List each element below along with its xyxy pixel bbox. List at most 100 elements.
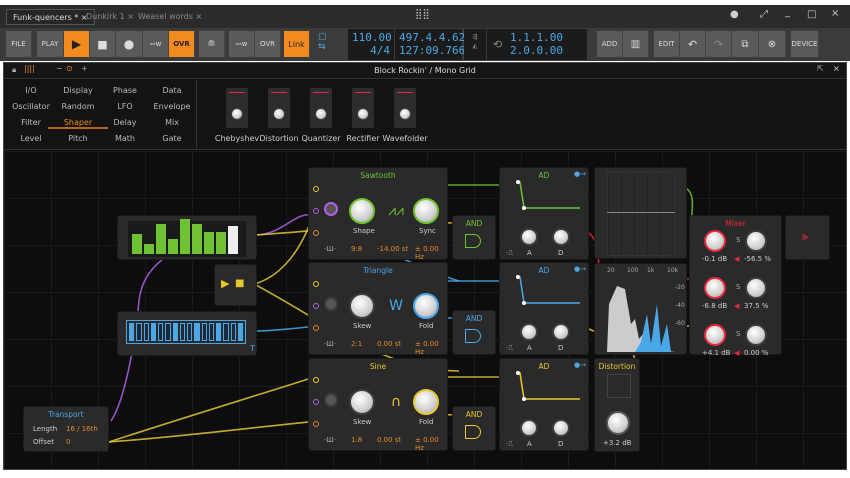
- pm-knob[interactable]: [324, 297, 338, 311]
- help-button[interactable]: ⊗: [759, 31, 786, 57]
- step-bar[interactable]: [156, 224, 166, 254]
- hz-value[interactable]: ± 0.00 Hz: [415, 245, 447, 261]
- decay-knob[interactable]: [552, 323, 570, 341]
- attack-knob[interactable]: [520, 228, 538, 246]
- add-button[interactable]: ADD: [597, 31, 623, 57]
- link-button[interactable]: Link: [284, 31, 310, 57]
- zoom-fit-icon[interactable]: ⊙: [66, 64, 73, 73]
- pan-knob[interactable]: [745, 324, 767, 346]
- close-icon[interactable]: ×: [196, 12, 203, 21]
- step-bar[interactable]: [144, 244, 154, 254]
- grid-canvas[interactable]: ▶ ■ T Transport Length 16 / 16th Offset …: [4, 151, 846, 469]
- speaker-icon[interactable]: ◀: [734, 349, 739, 357]
- gate-step[interactable]: [208, 323, 214, 341]
- automation-write-button[interactable]: ∾w: [143, 31, 169, 57]
- sine-knob-1[interactable]: [349, 389, 375, 415]
- gain-knob[interactable]: [704, 277, 726, 299]
- tab-weasel-words[interactable]: Weasel words ×: [132, 9, 208, 25]
- ad-envelope-module[interactable]: AD ●→ A D ·⎍: [499, 167, 589, 260]
- piano-button[interactable]: ▥: [623, 31, 649, 57]
- hz-value[interactable]: ± 0.00 Hz: [415, 436, 447, 452]
- zoom-out-icon[interactable]: −: [56, 64, 63, 73]
- gain-knob[interactable]: [704, 324, 726, 346]
- lock-icon[interactable]: 🔒︎: [12, 65, 16, 75]
- solo-button[interactable]: S: [736, 283, 740, 291]
- clip-automation-button[interactable]: ∾w: [229, 31, 255, 57]
- decay-knob[interactable]: [552, 228, 570, 246]
- popout-icon[interactable]: ⇱: [817, 64, 824, 73]
- ratio-value[interactable]: 9:8: [351, 245, 362, 253]
- groove-button[interactable]: ≘: [199, 31, 225, 57]
- gate-step[interactable]: [136, 323, 142, 341]
- gate-step[interactable]: [187, 323, 193, 341]
- length-value[interactable]: 16 / 16th: [66, 425, 98, 433]
- metronome-icon[interactable]: ▢ ⇆: [318, 32, 327, 52]
- category-item[interactable]: Mix: [142, 118, 202, 127]
- tri-oscillator-module[interactable]: Triangle W Skew Fold ·Ш· 2:1 0.00 st ± 0…: [308, 262, 448, 356]
- hz-value[interactable]: ± 0.00 Hz: [415, 340, 447, 356]
- ratio-value[interactable]: 2:1: [351, 340, 362, 348]
- module-preview[interactable]: [226, 88, 248, 128]
- gate-step[interactable]: [216, 323, 222, 341]
- module-preview[interactable]: [310, 88, 332, 128]
- close-device-icon[interactable]: ×: [833, 64, 840, 73]
- play-button[interactable]: ▶: [64, 31, 90, 57]
- device-button[interactable]: DEVICE: [791, 31, 819, 57]
- oscilloscope-module[interactable]: [594, 167, 687, 259]
- edit-button[interactable]: EDIT: [654, 31, 680, 57]
- loop-display[interactable]: ⟲ 1.1.1.00 2.0.0.00: [487, 29, 587, 60]
- position-display[interactable]: 497.4.4.62 127:09.766: [395, 29, 465, 60]
- gate-step[interactable]: [158, 323, 164, 341]
- audio-out-module[interactable]: ⫸: [785, 215, 830, 260]
- and-gate-module[interactable]: AND: [452, 406, 496, 451]
- grid-columns-icon[interactable]: ||||: [24, 64, 35, 73]
- attack-knob[interactable]: [520, 323, 538, 341]
- step-sequencer-module[interactable]: [117, 215, 257, 260]
- gate-step[interactable]: [150, 323, 156, 341]
- step-bar[interactable]: [168, 239, 178, 254]
- gate-step[interactable]: [179, 323, 185, 341]
- sine-oscillator-module[interactable]: Sine ∩ Skew Fold ·Ш· 1:8 0.00 st ± 0.00 …: [308, 358, 448, 452]
- close-window-icon[interactable]: ×: [831, 8, 839, 19]
- gate-step[interactable]: [230, 323, 236, 341]
- distortion-module[interactable]: Distortion +3.2 dB: [594, 358, 640, 452]
- punch-icon[interactable]: ⇶ ◭: [464, 29, 486, 60]
- and-gate-module[interactable]: AND: [452, 310, 496, 355]
- pan-knob[interactable]: [745, 277, 767, 299]
- module-preview[interactable]: [352, 88, 374, 128]
- ratio-value[interactable]: 1:8: [351, 436, 362, 444]
- clock-module[interactable]: ▶ ■: [214, 264, 257, 306]
- gate-step[interactable]: [194, 323, 200, 341]
- step-bar[interactable]: [132, 234, 142, 254]
- minimize-icon[interactable]: _: [785, 7, 790, 18]
- mixer-module[interactable]: Mixer S -0.1 dB ◀ -56.5 % S -6.8 dB ◀ 37…: [689, 215, 782, 357]
- gate-sequencer-module[interactable]: T: [117, 311, 257, 356]
- tab-dunkirk[interactable]: Dunkirk 1 ×: [80, 9, 140, 25]
- clip-overdub-button[interactable]: OVR: [255, 31, 281, 57]
- attack-knob[interactable]: [520, 419, 538, 437]
- category-item[interactable]: Gate: [142, 134, 202, 143]
- pitch-value[interactable]: 0.00 st: [377, 436, 401, 444]
- drive-knob[interactable]: [606, 411, 630, 435]
- overdub-button[interactable]: OVR: [169, 31, 195, 57]
- record-button[interactable]: ●: [116, 31, 143, 57]
- duplicate-button[interactable]: ⧉: [732, 31, 759, 57]
- stop-button[interactable]: ■: [90, 31, 116, 57]
- pm-knob[interactable]: [324, 202, 338, 216]
- decay-knob[interactable]: [552, 419, 570, 437]
- speaker-icon[interactable]: ◀: [734, 255, 739, 263]
- step-bar[interactable]: [204, 232, 214, 254]
- saw-knob-1[interactable]: [349, 198, 375, 224]
- step-bar[interactable]: [180, 219, 190, 254]
- fullscreen-icon[interactable]: ⤢: [760, 9, 768, 20]
- saw-knob-2[interactable]: [413, 198, 439, 224]
- pm-knob[interactable]: [324, 393, 338, 407]
- maximize-icon[interactable]: □: [807, 9, 816, 20]
- sine-knob-2[interactable]: [413, 389, 439, 415]
- gate-step[interactable]: [201, 323, 207, 341]
- and-gate-module[interactable]: AND: [452, 215, 496, 260]
- play-menu-button[interactable]: PLAY: [37, 31, 64, 57]
- zoom-in-icon[interactable]: +: [81, 64, 88, 73]
- record-dot-icon[interactable]: ●: [730, 9, 739, 20]
- step-bar[interactable]: [216, 232, 226, 254]
